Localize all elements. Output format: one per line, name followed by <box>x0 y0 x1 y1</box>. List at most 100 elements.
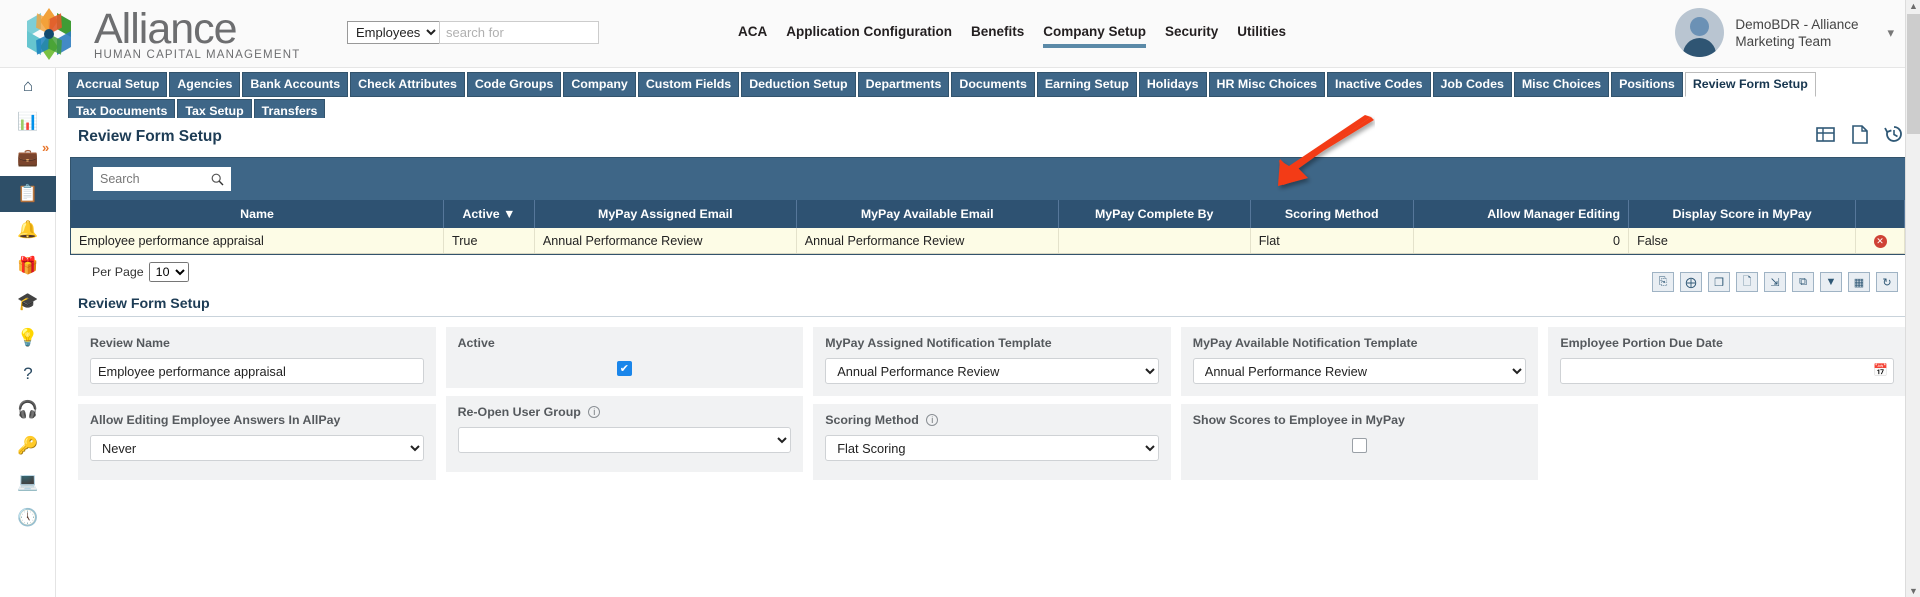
tab-inactive-codes[interactable]: Inactive Codes <box>1327 72 1431 97</box>
nav-item-security[interactable]: Security <box>1165 24 1218 44</box>
nav-item-benefits[interactable]: Benefits <box>971 24 1024 44</box>
tab-holidays[interactable]: Holidays <box>1138 72 1207 97</box>
label-scoring-method: Scoring Method i <box>825 413 1159 428</box>
nav-item-aca[interactable]: ACA <box>738 24 767 44</box>
tab-review-form-setup[interactable]: Review Form Setup <box>1684 72 1816 97</box>
label-reopen-user-group: Re-Open User Group i <box>458 405 792 420</box>
tab-agencies[interactable]: Agencies <box>169 72 241 97</box>
sidebar-item-reports[interactable]: 💻 <box>0 464 56 500</box>
sidebar-item-support[interactable]: 🎧 <box>0 392 56 428</box>
col-scoring-method[interactable]: Scoring Method <box>1250 200 1414 228</box>
delete-row-button[interactable]: ✕ <box>1855 228 1905 254</box>
main-nav: ACA Application Configuration Benefits C… <box>738 24 1286 48</box>
col-allow-manager-editing[interactable]: Allow Manager Editing <box>1413 200 1630 228</box>
calendar-icon[interactable]: 📅 <box>1873 363 1888 377</box>
review-form-table: Name Active ▼ MyPay Assigned Email MyPay… <box>71 200 1905 254</box>
assigned-template-select[interactable]: Annual Performance Review <box>825 358 1159 384</box>
tab-earning-setup[interactable]: Earning Setup <box>1036 72 1137 97</box>
headset-icon: 🎧 <box>17 400 39 419</box>
sidebar-item-home[interactable]: ⌂ <box>0 68 56 104</box>
export-icon[interactable]: ⇲ <box>1764 272 1786 292</box>
col-name[interactable]: Name <box>71 200 445 228</box>
tab-code-groups[interactable]: Code Groups <box>466 72 562 97</box>
col-mypay-complete-by[interactable]: MyPay Complete By <box>1058 200 1251 228</box>
info-icon[interactable]: i <box>588 406 601 418</box>
tab-deduction-setup[interactable]: Deduction Setup <box>741 72 856 97</box>
briefcase-icon: 💼 <box>17 148 39 167</box>
sidebar-item-dashboard[interactable]: 📊 <box>0 104 56 140</box>
tab-check-attributes[interactable]: Check Attributes <box>350 72 465 97</box>
scoring-method-select[interactable]: Flat Scoring <box>825 435 1159 461</box>
sidebar-item-company[interactable]: 📋 <box>0 176 56 212</box>
user-menu[interactable]: DemoBDR - Alliance Marketing Team ▾ <box>1675 8 1894 57</box>
col-active[interactable]: Active ▼ <box>443 200 535 228</box>
top-bar: Alliance HUMAN CAPITAL MANAGEMENT Employ… <box>0 0 1920 68</box>
tab-documents[interactable]: Documents <box>951 72 1035 97</box>
scrollbar-thumb[interactable] <box>1907 14 1920 134</box>
tab-bank-accounts[interactable]: Bank Accounts <box>242 72 349 97</box>
copy-record-icon[interactable]: ⎘ <box>1652 272 1674 292</box>
grid-toolbar: ⎘ ⨁ ❐ 🗋 ⇲ ⧉ ▼ ▦ ↻ <box>1652 272 1898 292</box>
field-employee-portion-due-date: Employee Portion Due Date 📅 <box>1548 327 1906 396</box>
active-checkbox[interactable]: ✔ <box>616 361 632 376</box>
per-page-select[interactable]: 10 <box>148 262 189 282</box>
tab-positions[interactable]: Positions <box>1611 72 1683 97</box>
col-mypay-assigned-email[interactable]: MyPay Assigned Email <box>534 200 797 228</box>
per-page-control: Per Page 10 <box>70 255 1906 282</box>
chevron-down-icon[interactable]: ▾ <box>1887 25 1894 41</box>
sidebar-item-notifications[interactable]: 🔔 <box>0 212 56 248</box>
expand-rail-icon[interactable]: » <box>42 140 49 155</box>
reopen-user-group-select[interactable] <box>457 427 792 453</box>
col-mypay-available-email[interactable]: MyPay Available Email <box>796 200 1059 228</box>
sidebar-item-benefits[interactable]: 🎁 <box>0 248 56 284</box>
global-search[interactable]: Employees <box>347 21 599 44</box>
grid-view-icon[interactable] <box>1816 125 1835 149</box>
gift-icon: 🎁 <box>17 256 39 275</box>
sidebar-item-help[interactable]: ? <box>0 356 56 392</box>
duplicate-icon[interactable]: ❐ <box>1708 272 1730 292</box>
tab-job-codes[interactable]: Job Codes <box>1432 72 1512 97</box>
table-row[interactable]: Employee performance appraisal True Annu… <box>71 228 1905 254</box>
new-document-icon[interactable]: 🗋 <box>1736 272 1758 292</box>
clone-icon[interactable]: ⧉ <box>1792 272 1814 292</box>
scroll-down-icon[interactable]: ▼ <box>1909 586 1918 596</box>
tab-accrual-setup[interactable]: Accrual Setup <box>68 72 168 97</box>
cell-display-score: False <box>1628 228 1857 254</box>
sidebar-item-security[interactable]: 🔑 <box>0 428 56 464</box>
bell-icon: 🔔 <box>17 220 39 239</box>
refresh-icon[interactable]: ↻ <box>1876 272 1898 292</box>
history-icon[interactable] <box>1884 124 1904 149</box>
filter-icon[interactable]: ▼ <box>1820 272 1842 292</box>
table-icon[interactable]: ▦ <box>1848 272 1870 292</box>
grid-search-placeholder: Search <box>100 172 140 186</box>
page-content: Review Form Setup ⎘ ⨁ ❐ 🗋 ⇲ ⧉ ▼ ▦ ↻ Sear… <box>56 118 1920 597</box>
employee-portion-due-date-input[interactable] <box>1560 358 1894 384</box>
tab-custom-fields[interactable]: Custom Fields <box>637 72 740 97</box>
nav-item-application-configuration[interactable]: Application Configuration <box>786 24 952 44</box>
nav-item-utilities[interactable]: Utilities <box>1237 24 1286 44</box>
review-name-input[interactable] <box>90 358 424 384</box>
sidebar-item-ideas[interactable]: 💡 <box>0 320 56 356</box>
grid-search-input[interactable]: Search <box>93 167 231 191</box>
tab-company[interactable]: Company <box>563 72 636 97</box>
sidebar-item-learning[interactable]: 🎓 <box>0 284 56 320</box>
tab-misc-choices[interactable]: Misc Choices <box>1513 72 1610 97</box>
search-scope-select[interactable]: Employees <box>347 21 439 44</box>
nav-item-company-setup[interactable]: Company Setup <box>1043 24 1147 48</box>
allow-editing-select[interactable]: Never <box>90 435 424 461</box>
page-scrollbar[interactable]: ▲ ▼ <box>1905 0 1920 597</box>
add-record-icon[interactable]: ⨁ <box>1680 272 1702 292</box>
show-scores-checkbox[interactable] <box>1352 438 1368 453</box>
label-active: Active <box>457 336 495 350</box>
scroll-up-icon[interactable]: ▲ <box>1909 1 1918 11</box>
tab-departments[interactable]: Departments <box>857 72 950 97</box>
available-template-select[interactable]: Annual Performance Review <box>1192 358 1527 384</box>
clock-icon: 🕔 <box>17 508 39 527</box>
document-icon[interactable] <box>1851 124 1868 149</box>
info-icon[interactable]: i <box>926 414 939 426</box>
sidebar-item-time[interactable]: 🕔 <box>0 500 56 536</box>
tab-hr-misc-choices[interactable]: HR Misc Choices <box>1208 72 1326 97</box>
col-display-score-in-mypay[interactable]: Display Score in MyPay <box>1628 200 1857 228</box>
search-input[interactable] <box>439 21 599 44</box>
label-allow-editing: Allow Editing Employee Answers In AllPay <box>90 413 341 427</box>
